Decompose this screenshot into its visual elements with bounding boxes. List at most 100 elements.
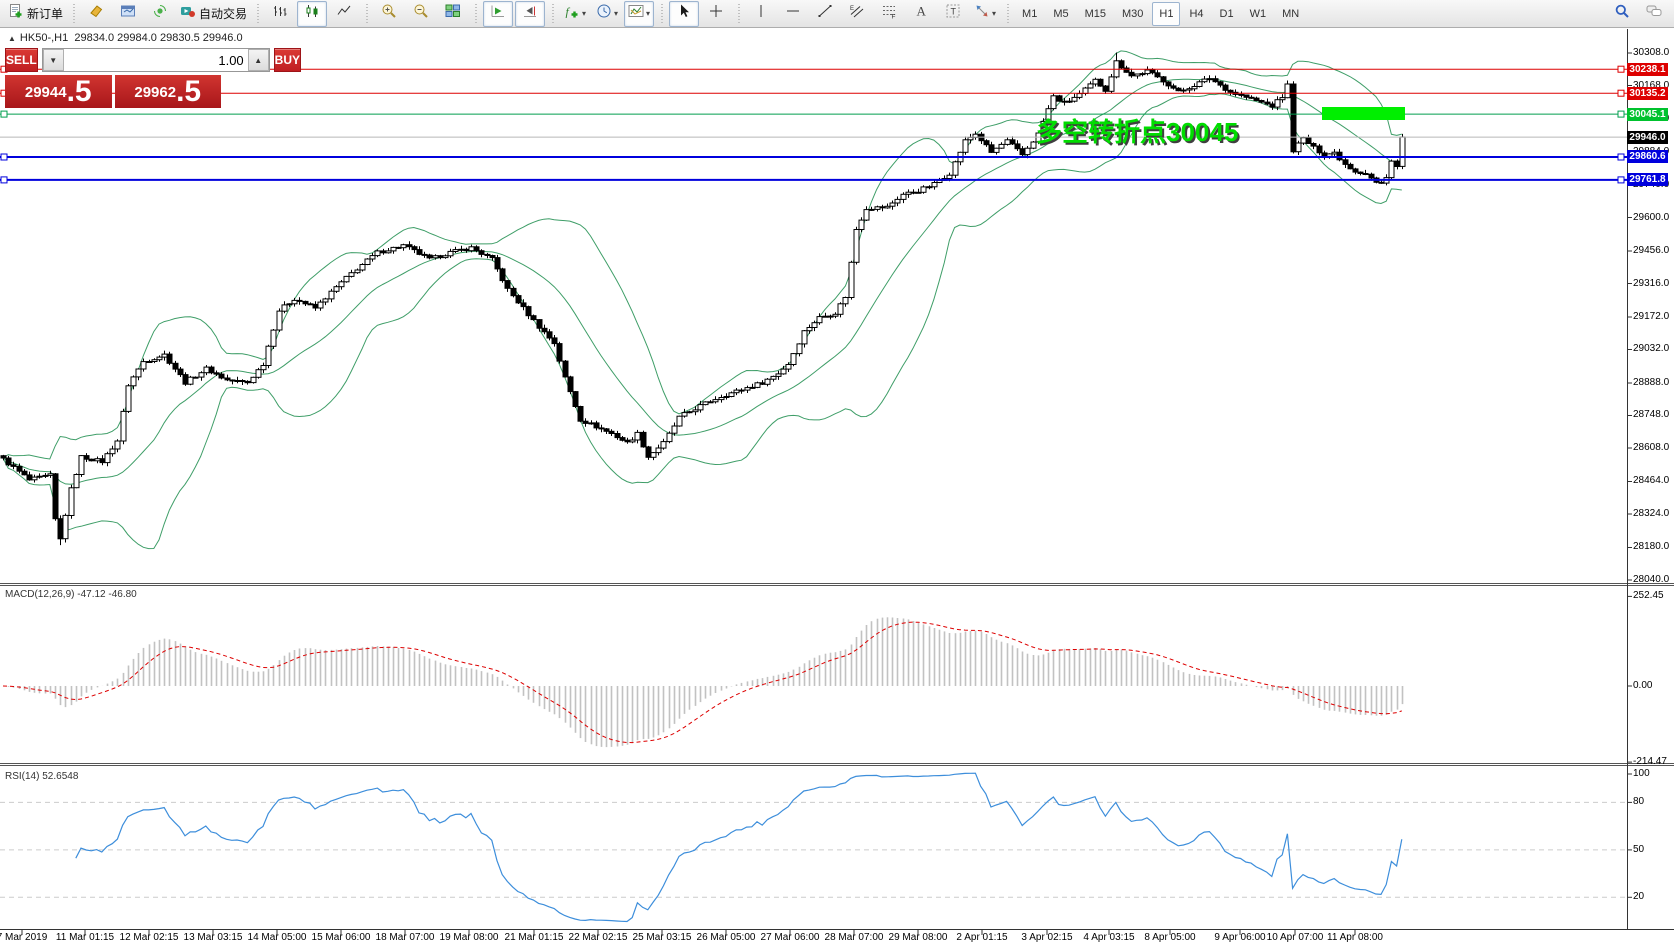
chart-shift-button[interactable] <box>515 1 545 27</box>
autotrading-button[interactable]: 自动交易 <box>177 1 250 27</box>
bear-candle <box>1322 153 1327 157</box>
sell-price-display[interactable]: 29944.5 <box>5 75 112 108</box>
buy-button[interactable]: BUY <box>274 48 301 72</box>
volume-increase-button[interactable]: ▲ <box>248 49 269 71</box>
chat-button[interactable] <box>1639 1 1669 27</box>
equidistant-channel-button[interactable]: E <box>842 1 872 27</box>
timeframe-button-M30[interactable]: M30 <box>1115 2 1150 26</box>
bull-candle <box>1332 152 1337 154</box>
bull-candle <box>682 413 687 417</box>
bear-candle <box>1223 85 1228 90</box>
new-order-button[interactable]: 新订单 <box>5 1 66 27</box>
bull-candle <box>953 162 958 175</box>
bull-candle <box>235 381 240 382</box>
time-axis-label: 22 Mar 02:15 <box>569 932 628 943</box>
cursor-button[interactable] <box>669 1 699 27</box>
y-axis-tick-label: 29600.0 <box>1633 212 1669 223</box>
arrows-button[interactable]: ▾ <box>970 1 1000 27</box>
periods-icon <box>596 3 612 24</box>
up-arrow-icon: ▲ <box>254 56 262 65</box>
bull-candle <box>672 426 677 433</box>
new-order-icon <box>8 3 24 24</box>
chart-annotation-text[interactable]: 多空转折点30045 <box>1036 112 1238 149</box>
time-axis-label: 11 Mar 01:15 <box>56 932 114 943</box>
bear-candle <box>583 421 588 423</box>
eraser-button[interactable] <box>81 1 111 27</box>
horizontal-line-button[interactable] <box>778 1 808 27</box>
bull-candle <box>693 410 698 412</box>
bull-candle <box>750 387 755 388</box>
tile-windows-button[interactable] <box>438 1 468 27</box>
chart-shift-icon <box>522 3 538 24</box>
toolbar-separator <box>254 4 261 24</box>
chart-canvas[interactable] <box>0 0 1674 949</box>
zoom-in-button[interactable] <box>374 1 404 27</box>
text-label-button[interactable]: T <box>938 1 968 27</box>
indicators-icon: f <box>564 3 580 24</box>
bear-candle <box>1150 70 1155 73</box>
timeframe-button-W1[interactable]: W1 <box>1243 2 1274 26</box>
zoom-out-button[interactable] <box>406 1 436 27</box>
bear-candle <box>1291 84 1296 152</box>
bear-candle <box>58 519 63 539</box>
bull-candle <box>703 402 708 405</box>
bull-candle <box>1207 79 1212 80</box>
bull-candle <box>1005 140 1010 145</box>
bear-candle <box>22 471 27 475</box>
chart-window-button[interactable] <box>113 1 143 27</box>
fibonacci-button[interactable]: F <box>874 1 904 27</box>
bear-candle <box>89 459 94 461</box>
bear-candle <box>1228 90 1233 92</box>
bull-candle <box>906 192 911 194</box>
line-chart-button[interactable] <box>329 1 359 27</box>
periods-button[interactable]: ▾ <box>592 1 622 27</box>
vertical-line-button[interactable] <box>746 1 776 27</box>
timeframe-button-H1[interactable]: H1 <box>1152 2 1180 26</box>
bull-candle <box>1275 100 1280 107</box>
macd-tick-label: 252.45 <box>1633 590 1664 601</box>
buy-price-display[interactable]: 29962.5 <box>115 75 222 108</box>
timeframe-button-H4[interactable]: H4 <box>1182 2 1210 26</box>
bull-candle <box>318 302 323 308</box>
signal-button[interactable] <box>145 1 175 27</box>
zoom-in-icon <box>381 3 397 24</box>
toolbar-separator <box>363 4 370 24</box>
bear-candle <box>1358 172 1363 173</box>
bar-chart-button[interactable] <box>265 1 295 27</box>
y-axis-tick-label: 29456.0 <box>1633 245 1669 256</box>
sell-button[interactable]: SELL <box>5 48 38 72</box>
bull-candle <box>719 398 724 400</box>
auto-scroll-button[interactable] <box>483 1 513 27</box>
line-handle <box>1618 90 1624 96</box>
bear-candle <box>427 255 432 258</box>
bull-candle <box>734 390 739 393</box>
crosshair-button[interactable] <box>701 1 731 27</box>
bear-candle <box>495 258 500 269</box>
bull-candle <box>360 265 365 271</box>
search-button[interactable] <box>1607 1 1637 27</box>
bear-candle <box>521 303 526 307</box>
volume-decrease-button[interactable]: ▼ <box>43 49 64 71</box>
bull-candle <box>869 209 874 210</box>
timeframe-button-D1[interactable]: D1 <box>1213 2 1241 26</box>
collapse-arrow-icon[interactable]: ▲ <box>8 34 16 43</box>
bear-candle <box>1119 61 1124 68</box>
timeframe-button-MN[interactable]: MN <box>1275 2 1306 26</box>
trendline-button[interactable] <box>810 1 840 27</box>
volume-input[interactable] <box>64 49 248 71</box>
bull-candle <box>199 373 204 377</box>
time-axis-label: 8 Apr 05:00 <box>1144 932 1195 943</box>
timeframe-button-M5[interactable]: M5 <box>1046 2 1075 26</box>
indicators-button[interactable]: f▾ <box>560 1 590 27</box>
timeframe-button-M1[interactable]: M1 <box>1015 2 1044 26</box>
bear-candle <box>1363 174 1368 175</box>
candlestick-chart-button[interactable] <box>297 1 327 27</box>
timeframe-button-M15[interactable]: M15 <box>1078 2 1113 26</box>
bear-candle <box>464 249 469 250</box>
zoom-out-icon <box>413 3 429 24</box>
bull-candle <box>141 362 146 369</box>
bull-candle <box>729 393 734 397</box>
text-button[interactable]: A <box>906 1 936 27</box>
templates-button[interactable]: ▾ <box>624 1 654 27</box>
bear-candle <box>1010 140 1015 144</box>
